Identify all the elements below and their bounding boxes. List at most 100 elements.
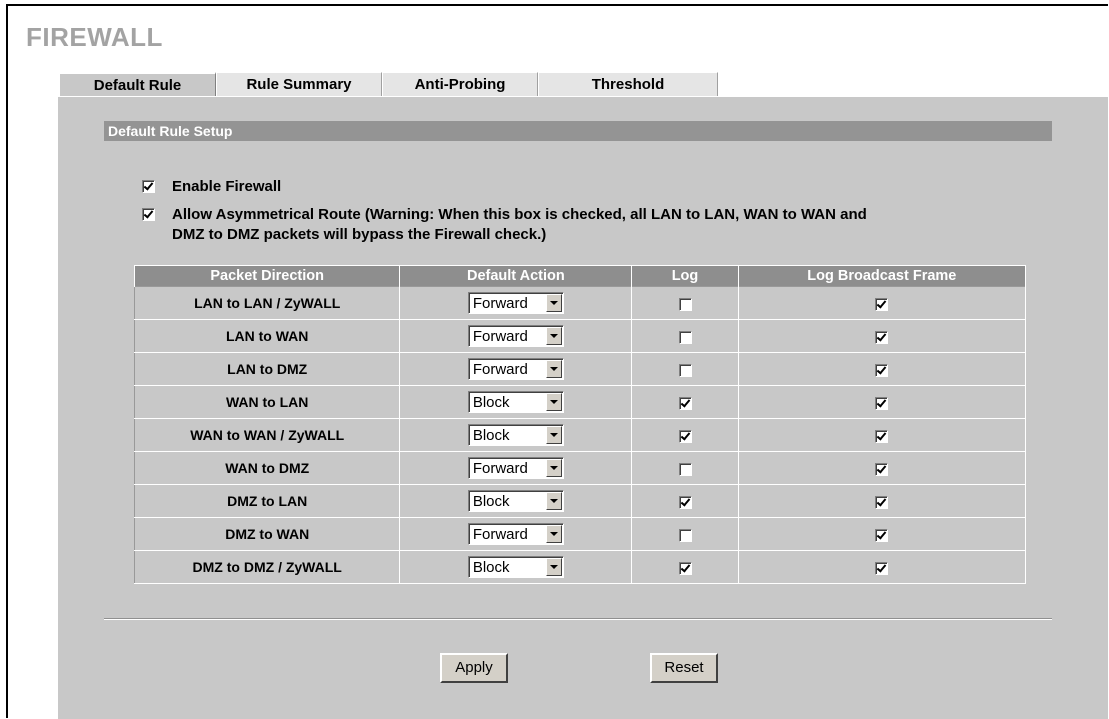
window-frame: FIREWALL Default Rule Rule Summary Anti-… [6, 4, 1108, 719]
log-broadcast-checkbox[interactable] [875, 462, 889, 476]
default-action-value: Block [472, 427, 510, 444]
log-broadcast-cell [737, 286, 1027, 320]
asymmetrical-route-row: Allow Asymmetrical Route (Warning: When … [142, 205, 1042, 245]
default-action-value: Forward [472, 328, 528, 345]
reset-button[interactable]: Reset [650, 653, 718, 683]
table-row: LAN to DMZ Forward [133, 352, 1027, 386]
default-action-cell: Forward [399, 517, 633, 551]
log-broadcast-checkbox[interactable] [875, 396, 889, 410]
log-broadcast-checkbox[interactable] [875, 330, 889, 344]
chevron-down-icon[interactable] [545, 327, 562, 345]
default-action-select[interactable]: Forward [467, 457, 564, 479]
packet-direction-cell: WAN to LAN [133, 385, 401, 419]
default-rules-table: Packet Direction Default Action Log Log … [133, 265, 1027, 584]
chevron-down-icon[interactable] [545, 294, 562, 312]
page-title: FIREWALL [26, 22, 163, 52]
log-checkbox[interactable] [678, 528, 692, 542]
log-broadcast-cell [737, 484, 1027, 518]
packet-direction-cell: DMZ to DMZ / ZyWALL [133, 550, 401, 584]
log-broadcast-cell [737, 352, 1027, 386]
log-broadcast-checkbox[interactable] [875, 561, 889, 575]
header-packet-direction: Packet Direction [133, 265, 400, 287]
log-checkbox[interactable] [678, 396, 692, 410]
packet-direction-cell: DMZ to LAN [133, 484, 401, 518]
apply-button[interactable]: Apply [440, 653, 508, 683]
chevron-down-icon[interactable] [545, 360, 562, 378]
log-broadcast-cell [737, 385, 1027, 419]
table-row: WAN to WAN / ZyWALL Block [133, 418, 1027, 452]
packet-direction-cell: WAN to DMZ [133, 451, 401, 485]
log-broadcast-cell [737, 418, 1027, 452]
asymmetrical-route-label-line1: Allow Asymmetrical Route (Warning: When … [172, 206, 867, 223]
log-checkbox[interactable] [678, 495, 692, 509]
asymmetrical-route-label-line2: DMZ to DMZ packets will bypass the Firew… [172, 226, 547, 243]
table-body: LAN to LAN / ZyWALL Forward LAN to WAN Forw… [133, 286, 1027, 584]
default-action-cell: Block [399, 385, 633, 419]
default-action-select[interactable]: Block [467, 391, 564, 413]
log-checkbox[interactable] [678, 429, 692, 443]
tab-anti-probing[interactable]: Anti-Probing [382, 72, 538, 96]
log-broadcast-checkbox[interactable] [875, 528, 889, 542]
chevron-down-icon[interactable] [545, 393, 562, 411]
default-action-value: Block [472, 493, 510, 510]
log-cell [631, 286, 739, 320]
enable-firewall-checkbox[interactable] [142, 180, 155, 193]
log-checkbox[interactable] [678, 561, 692, 575]
default-action-value: Forward [472, 460, 528, 477]
chevron-down-icon[interactable] [545, 459, 562, 477]
header-default-action: Default Action [399, 265, 632, 287]
asymmetrical-route-checkbox[interactable] [142, 208, 155, 221]
default-action-select[interactable]: Block [467, 424, 564, 446]
default-action-cell: Block [399, 550, 633, 584]
log-cell [631, 418, 739, 452]
log-broadcast-cell [737, 550, 1027, 584]
tab-bar: Default Rule Rule Summary Anti-Probing T… [58, 72, 718, 96]
default-action-select[interactable]: Forward [467, 523, 564, 545]
table-header-row: Packet Direction Default Action Log Log … [133, 265, 1026, 287]
log-checkbox[interactable] [678, 297, 692, 311]
chevron-down-icon[interactable] [545, 558, 562, 576]
table-row: DMZ to WAN Forward [133, 517, 1027, 551]
chevron-down-icon[interactable] [545, 492, 562, 510]
packet-direction-cell: LAN to DMZ [133, 352, 401, 386]
log-broadcast-cell [737, 319, 1027, 353]
tab-rule-summary[interactable]: Rule Summary [216, 72, 382, 96]
default-action-cell: Forward [399, 286, 633, 320]
log-broadcast-checkbox[interactable] [875, 363, 889, 377]
table-row: WAN to LAN Block [133, 385, 1027, 419]
log-cell [631, 550, 739, 584]
table-row: WAN to DMZ Forward [133, 451, 1027, 485]
packet-direction-cell: DMZ to WAN [133, 517, 401, 551]
chevron-down-icon[interactable] [545, 525, 562, 543]
tab-default-rule[interactable]: Default Rule [58, 72, 216, 96]
table-row: LAN to LAN / ZyWALL Forward [133, 286, 1027, 320]
log-broadcast-cell [737, 451, 1027, 485]
divider [104, 618, 1052, 620]
log-broadcast-checkbox[interactable] [875, 429, 889, 443]
default-action-value: Forward [472, 361, 528, 378]
default-action-select[interactable]: Forward [467, 292, 564, 314]
log-checkbox[interactable] [678, 462, 692, 476]
default-action-value: Block [472, 394, 510, 411]
log-broadcast-checkbox[interactable] [875, 495, 889, 509]
tab-threshold[interactable]: Threshold [538, 72, 718, 96]
header-log-broadcast-frame: Log Broadcast Frame [737, 265, 1026, 287]
default-action-value: Block [472, 559, 510, 576]
default-action-select[interactable]: Forward [467, 358, 564, 380]
log-broadcast-checkbox[interactable] [875, 297, 889, 311]
log-cell [631, 319, 739, 353]
log-cell [631, 385, 739, 419]
log-cell [631, 484, 739, 518]
default-action-cell: Forward [399, 451, 633, 485]
log-cell [631, 517, 739, 551]
default-action-select[interactable]: Forward [467, 325, 564, 347]
log-checkbox[interactable] [678, 363, 692, 377]
table-row: LAN to WAN Forward [133, 319, 1027, 353]
log-checkbox[interactable] [678, 330, 692, 344]
chevron-down-icon[interactable] [545, 426, 562, 444]
content-panel: Default Rule Setup Enable Firewall Allow… [58, 96, 1108, 719]
default-action-select[interactable]: Block [467, 556, 564, 578]
log-cell [631, 451, 739, 485]
enable-firewall-label: Enable Firewall [172, 178, 282, 195]
default-action-select[interactable]: Block [467, 490, 564, 512]
